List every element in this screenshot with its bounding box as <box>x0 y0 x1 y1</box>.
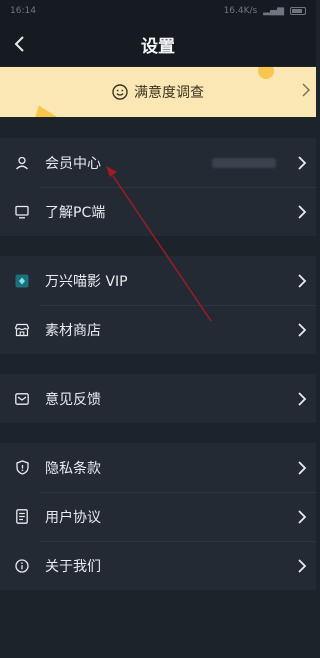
status-time: 16:14 <box>10 6 36 16</box>
menu-item-feedback[interactable]: 意见反馈 <box>0 374 316 423</box>
menu-item-label: 意见反馈 <box>45 391 101 408</box>
settings-group-account: 会员中心 了解PC端 <box>0 138 316 236</box>
monitor-icon <box>14 204 30 220</box>
chevron-right-icon <box>298 460 307 475</box>
vip-diamond-icon <box>14 273 30 289</box>
chevron-right-icon <box>298 322 307 337</box>
settings-group-feedback: 意见反馈 <box>0 374 316 423</box>
chevron-right-icon <box>298 155 307 170</box>
menu-item-member-center[interactable]: 会员中心 <box>0 138 316 187</box>
survey-label: 满意度调查 <box>134 85 204 101</box>
chevron-right-icon <box>298 391 307 406</box>
network-speed: 16.4K/s <box>223 6 258 16</box>
back-chevron-icon <box>14 36 24 52</box>
store-icon <box>14 322 30 338</box>
chevron-right-icon <box>298 558 307 573</box>
settings-group-legal: 隐私条款 用户协议 关于我们 <box>0 443 316 590</box>
menu-item-user-agreement[interactable]: 用户协议 <box>0 492 316 541</box>
menu-item-label: 用户协议 <box>45 509 101 526</box>
member-status-value <box>212 157 276 168</box>
chevron-right-icon <box>302 83 310 97</box>
battery-icon <box>290 7 306 15</box>
decorative-circle <box>258 67 274 79</box>
person-icon <box>14 155 30 171</box>
menu-item-label: 素材商店 <box>45 322 101 339</box>
shield-icon <box>14 460 30 476</box>
menu-item-label: 会员中心 <box>45 155 101 172</box>
top-navbar: 设置 <box>0 22 316 66</box>
smiley-icon <box>112 84 128 100</box>
signal-icon: ▂▄▆ <box>263 6 284 16</box>
chevron-right-icon <box>298 273 307 288</box>
status-indicators: 16.4K/s ▂▄▆ <box>224 6 306 16</box>
menu-item-privacy[interactable]: 隐私条款 <box>0 443 316 492</box>
page-title: 设置 <box>141 36 175 57</box>
menu-item-material-store[interactable]: 素材商店 <box>0 305 316 354</box>
menu-item-label: 隐私条款 <box>45 460 101 477</box>
chevron-right-icon <box>298 509 307 524</box>
document-icon <box>14 509 30 525</box>
menu-item-label: 关于我们 <box>45 558 101 575</box>
menu-item-label: 万兴喵影 VIP <box>45 273 128 290</box>
menu-item-about-us[interactable]: 关于我们 <box>0 541 316 590</box>
settings-group-products: 万兴喵影 VIP 素材商店 <box>0 256 316 354</box>
back-button[interactable] <box>8 32 32 56</box>
status-bar: 16:14 16.4K/s ▂▄▆ <box>0 0 316 22</box>
satisfaction-survey-banner[interactable]: 满意度调查 <box>0 67 316 117</box>
mail-icon <box>14 391 30 407</box>
menu-item-pc-version[interactable]: 了解PC端 <box>0 187 316 236</box>
info-icon <box>14 558 30 574</box>
chevron-right-icon <box>298 204 307 219</box>
menu-item-label: 了解PC端 <box>45 204 106 221</box>
decorative-triangle <box>25 100 59 117</box>
menu-item-vip[interactable]: 万兴喵影 VIP <box>0 256 316 305</box>
